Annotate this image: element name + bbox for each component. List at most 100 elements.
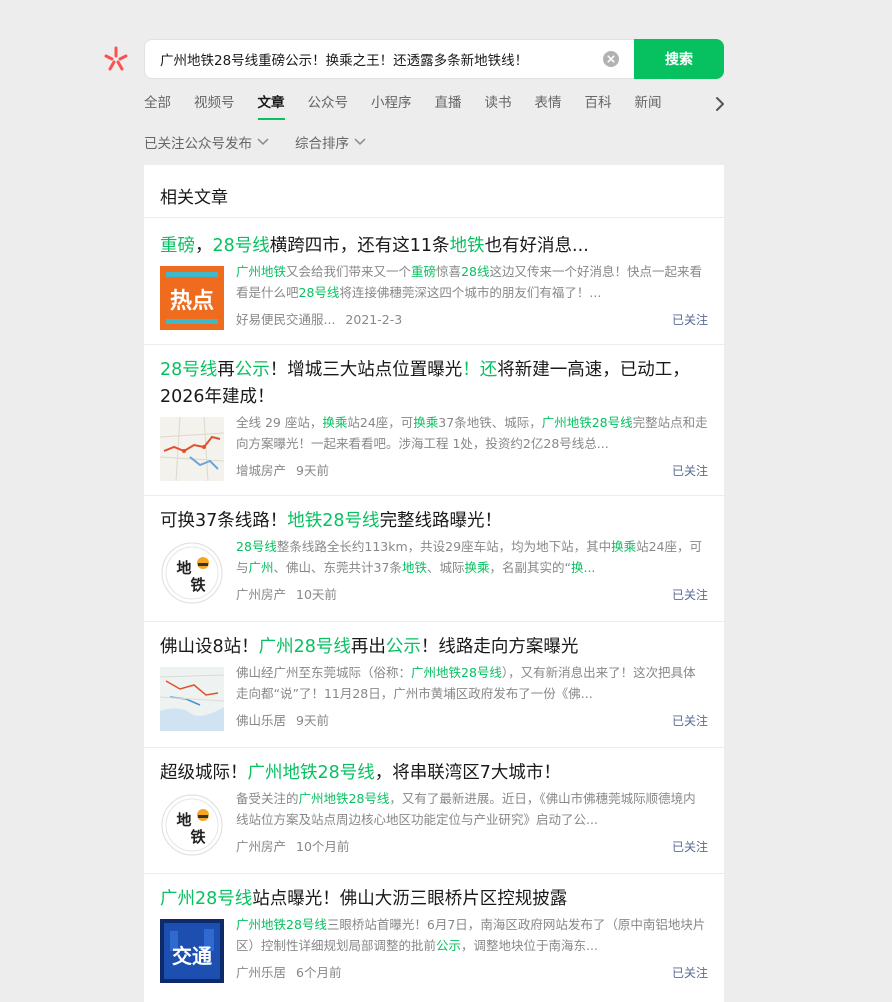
- result-meta: 好易便民交通服... 2021-2-3: [236, 309, 402, 328]
- tab-mini-programs[interactable]: 小程序: [371, 93, 412, 120]
- highlighted-keyword: 28号线: [236, 539, 277, 554]
- tab-articles[interactable]: 文章: [257, 93, 285, 120]
- result-meta: 佛山乐居 9天前: [236, 710, 329, 729]
- text-segment: 再: [217, 360, 235, 380]
- tab-live[interactable]: 直播: [435, 93, 462, 120]
- search-query-text[interactable]: 广州地铁28号线重磅公示！换乘之王！还透露多条新地铁线！: [160, 49, 603, 69]
- followed-badge[interactable]: 已关注: [672, 586, 708, 603]
- text-segment: 横跨四市，还有这11条: [269, 236, 450, 256]
- filter-sort[interactable]: 综合排序: [295, 132, 366, 152]
- text-segment: 佛山设8站！: [160, 637, 259, 657]
- followed-badge[interactable]: 已关注: [672, 311, 708, 328]
- text-segment: 站24座，可: [347, 415, 414, 430]
- filter-sort-label: 综合排序: [295, 136, 349, 152]
- highlighted-keyword: 广州地铁28号线: [411, 665, 502, 680]
- highlighted-keyword: 广州地铁28号线: [541, 415, 633, 430]
- result-time: 9天前: [296, 463, 329, 478]
- result-title[interactable]: 超级城际！广州地铁28号线，将串联湾区7大城市！: [160, 760, 712, 787]
- tab-news[interactable]: 新闻: [635, 93, 662, 120]
- highlighted-keyword: 广州: [248, 560, 274, 575]
- highlighted-keyword: 换乘: [413, 415, 439, 430]
- text-segment: 完整线路曝光！: [379, 511, 503, 531]
- highlighted-keyword: 重磅: [411, 264, 437, 279]
- text-segment: ，将串联湾区7大城市！: [374, 763, 561, 783]
- result-title[interactable]: 佛山设8站！广州28号线再出公示！线路走向方案曝光: [160, 634, 712, 661]
- highlighted-keyword: 广州地铁28号线: [298, 791, 390, 806]
- result-meta: 广州乐居 6个月前: [236, 962, 341, 981]
- filter-followed-accounts[interactable]: 已关注公众号发布: [144, 132, 269, 152]
- result-meta: 增城房产 9天前: [236, 460, 329, 479]
- thumbnail-text: 地: [176, 559, 191, 577]
- result-time: 9天前: [296, 713, 329, 728]
- followed-badge[interactable]: 已关注: [672, 712, 708, 729]
- result-title[interactable]: 28号线再公示！增城三大站点位置曝光！还将新建一高速，已动工，2026年建成！: [160, 357, 712, 411]
- traffic-thumbnail: 交通: [160, 919, 224, 983]
- chevron-down-icon: [354, 138, 366, 146]
- result-meta: 广州房产 10个月前: [236, 836, 349, 855]
- highlighted-keyword: ！还: [462, 360, 498, 380]
- text-segment: 惊喜: [436, 264, 462, 279]
- category-tabs: 全部 视频号 文章 公众号 小程序 直播 读书 表情 百科 新闻: [144, 93, 724, 121]
- thumbnail-text: 交通: [172, 944, 212, 968]
- tab-all[interactable]: 全部: [144, 93, 171, 120]
- result-title[interactable]: 广州28号线站点曝光！佛山大沥三眼桥片区控规披露: [160, 886, 712, 913]
- thumbnail-text: 热点: [170, 288, 214, 314]
- highlighted-keyword: 广州28号线: [258, 637, 351, 657]
- tab-reading[interactable]: 读书: [485, 93, 512, 120]
- clear-icon[interactable]: [603, 51, 619, 67]
- result-source[interactable]: 广州房产: [236, 839, 286, 854]
- tab-encyclopedia[interactable]: 百科: [585, 93, 612, 120]
- followed-badge[interactable]: 已关注: [672, 462, 708, 479]
- search-button[interactable]: 搜索: [634, 39, 724, 79]
- highlighted-keyword: 换...: [570, 560, 596, 575]
- text-segment: 超级城际！: [160, 763, 248, 783]
- tab-official-accounts[interactable]: 公众号: [308, 93, 349, 120]
- result-source[interactable]: 广州房产: [236, 587, 286, 602]
- followed-badge[interactable]: 已关注: [672, 964, 708, 981]
- text-segment: 佛山经广州至东莞城际（俗称：: [236, 665, 412, 680]
- result-time: 2021-2-3: [345, 312, 403, 327]
- result-source[interactable]: 好易便民交通服...: [236, 312, 335, 327]
- result-source[interactable]: 增城房产: [236, 463, 286, 478]
- result-title[interactable]: 可换37条线路！地铁28号线完整线路曝光！: [160, 508, 712, 535]
- tab-stickers[interactable]: 表情: [535, 93, 562, 120]
- divider: [144, 747, 724, 748]
- metro-logo-thumbnail: 地 铁: [160, 541, 224, 605]
- result-title[interactable]: 重磅，28号线横跨四市，还有这11条地铁也有好消息...: [160, 233, 712, 260]
- tab-channels[interactable]: 视频号: [194, 93, 235, 120]
- text-segment: ，: [195, 236, 213, 256]
- highlighted-keyword: 28线: [461, 264, 490, 279]
- route-map-thumbnail: [160, 417, 224, 481]
- highlighted-keyword: 公示: [385, 637, 421, 657]
- highlighted-keyword: 重磅: [160, 236, 195, 256]
- section-title: 相关文章: [160, 188, 228, 208]
- filter-followed-accounts-label: 已关注公众号发布: [144, 136, 252, 152]
- text-segment: ，名副其实的“: [489, 560, 571, 575]
- text-segment: 、佛山、东莞共计37条: [273, 560, 402, 575]
- result-time: 6个月前: [296, 965, 342, 980]
- chevron-right-icon[interactable]: [711, 95, 729, 113]
- text-segment: 将连接佛穗莞深这四个城市的朋友们有福了！...: [339, 285, 602, 300]
- search-input[interactable]: 广州地铁28号线重磅公示！换乘之王！还透露多条新地铁线！: [144, 39, 634, 79]
- result-time: 10天前: [296, 587, 337, 602]
- highlighted-keyword: 换乘: [322, 415, 348, 430]
- text-segment: 37条地铁、城际，: [438, 415, 542, 430]
- result-summary: 佛山经广州至东莞城际（俗称：广州地铁28号线），又有新消息出来了！这次把具体走向…: [236, 662, 708, 704]
- result-summary: 28号线整条线路全长约113km，共设29座车站，均为地下站，其中换乘站24座，…: [236, 536, 708, 578]
- text-segment: 又会给我们带来又一个: [286, 264, 412, 279]
- svg-text:铁: 铁: [190, 828, 205, 846]
- highlighted-keyword: 公示: [234, 360, 270, 380]
- divider: [144, 344, 724, 345]
- highlighted-keyword: 地铁28号线: [287, 511, 380, 531]
- divider: [144, 873, 724, 874]
- followed-badge[interactable]: 已关注: [672, 838, 708, 855]
- result-source[interactable]: 广州乐居: [236, 965, 286, 980]
- result-source[interactable]: 佛山乐居: [236, 713, 286, 728]
- text-segment: 整条线路全长约113km，共设29座车站，均为地下站，其中: [276, 539, 612, 554]
- hot-topic-thumbnail: 热点: [160, 266, 224, 330]
- city-map-thumbnail: [160, 667, 224, 731]
- result-summary: 广州地铁28号线三眼桥站首曝光！6月7日，南海区政府网站发布了（原中南铝地块片区…: [236, 914, 708, 956]
- search-logo-icon: [104, 46, 128, 71]
- highlighted-keyword: 广州地铁: [236, 264, 287, 279]
- text-segment: 再出: [350, 637, 386, 657]
